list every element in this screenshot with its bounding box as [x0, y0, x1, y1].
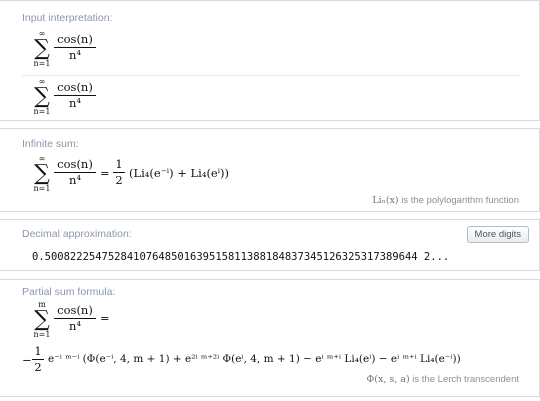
fraction: cos(n) n⁴: [54, 32, 96, 63]
summation-symbol: ∞ ∑ n=1: [30, 154, 54, 193]
footnote-math: Φ(x, s, a): [366, 374, 410, 385]
infinite-sum-pod: Infinite sum: ∞ ∑ n=1 cos(n) n⁴ = 1 2 (L…: [0, 128, 540, 212]
pod-title: Infinite sum:: [22, 138, 79, 150]
footnote-math: Liₙ(x): [372, 195, 399, 206]
footnote: Liₙ(x) is the polylogarithm function: [372, 195, 519, 206]
denominator: n⁴: [68, 173, 82, 187]
input-interpretation-pod: Input interpretation: ∞ ∑ n=1 cos(n) n⁴ …: [0, 0, 540, 121]
footnote-text: is the polylogarithm function: [398, 195, 519, 206]
pod-title: Partial sum formula:: [22, 286, 116, 298]
pod-title: Decimal approximation:: [22, 228, 132, 240]
partial-sum-pod: Partial sum formula: m ∑ n=1 cos(n) n⁴ =…: [0, 279, 540, 397]
sum-lower-limit: n=1: [33, 184, 51, 193]
sum-lower-limit: n=1: [33, 107, 51, 116]
sum-lower-limit: n=1: [33, 59, 51, 68]
equals-sign: =: [100, 166, 110, 180]
denominator: n⁴: [68, 48, 82, 62]
summation-symbol: ∞ ∑ n=1: [30, 77, 54, 116]
fraction: cos(n) n⁴: [54, 80, 96, 111]
more-digits-button[interactable]: More digits: [466, 226, 529, 243]
footnote-text: is the Lerch transcendent: [409, 374, 519, 385]
pod-title: Input interpretation:: [22, 12, 113, 24]
numerator: cos(n): [57, 303, 93, 317]
numerator: cos(n): [57, 32, 93, 46]
denominator: n⁴: [68, 96, 82, 110]
numerator: cos(n): [57, 157, 93, 171]
sum-lower-limit: n=1: [33, 330, 51, 339]
summation-symbol: ∞ ∑ n=1: [30, 29, 54, 68]
polylog-expression: (Li₄(e⁻ⁱ) + Li₄(eⁱ)): [129, 166, 230, 180]
equals-sign: =: [100, 311, 110, 325]
results-page: Input interpretation: ∞ ∑ n=1 cos(n) n⁴ …: [0, 0, 540, 401]
numerator: cos(n): [57, 80, 93, 94]
summation-symbol: m ∑ n=1: [30, 300, 54, 339]
fraction: cos(n) n⁴: [54, 157, 96, 188]
minus-sign: −: [22, 353, 32, 367]
fraction: cos(n) n⁴: [54, 303, 96, 334]
lerch-expression: e⁻ⁱ ᵐ⁻ⁱ (Φ(e⁻ⁱ, 4, m + 1) + e²ⁱ ᵐ⁺²ⁱ Φ(e…: [48, 353, 461, 365]
divider: [22, 75, 521, 76]
decimal-value: 0.50082225475284107648501639515811388184…: [32, 251, 450, 263]
half-fraction: 1 2: [113, 157, 125, 188]
denominator: n⁴: [68, 319, 82, 333]
decimal-approximation-pod: Decimal approximation: More digits 0.500…: [0, 219, 540, 271]
half-fraction: 1 2: [32, 344, 44, 375]
footnote: Φ(x, s, a) is the Lerch transcendent: [366, 374, 519, 385]
